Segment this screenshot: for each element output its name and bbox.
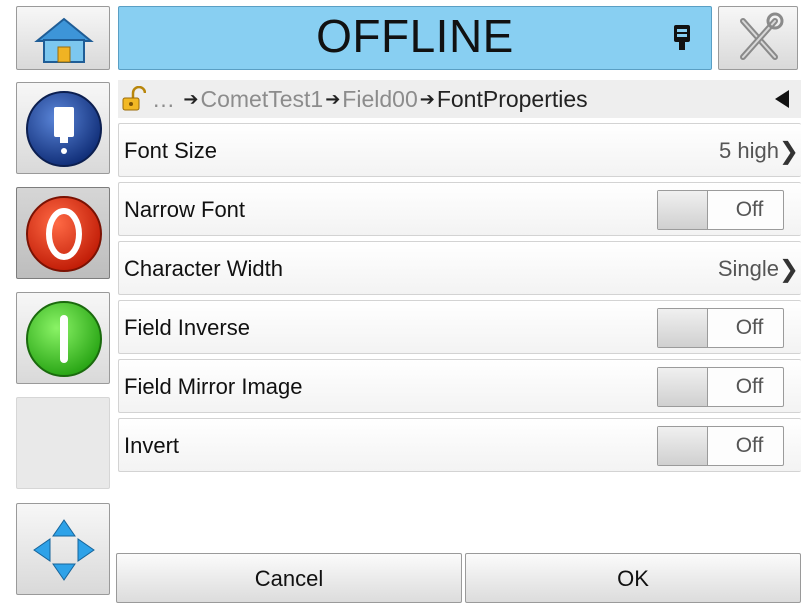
row-label: Field Mirror Image [124,374,303,399]
breadcrumb: … ➔CometTest1 ➔Field00 ➔FontProperties [118,80,801,118]
toggle-knob [658,427,708,465]
tools-icon [740,12,784,60]
row-label: Character Width [124,256,283,281]
start-button[interactable] [16,292,110,384]
toggle-state: Off [735,434,764,457]
character-width-row[interactable]: Character Width Single ❯ [118,241,801,295]
cancel-button[interactable]: Cancel [116,553,462,603]
printhead-icon [674,25,690,50]
toggle-state: Off [735,198,764,221]
breadcrumb-ellipsis[interactable]: … [152,86,175,112]
navigation-arrows-icon [33,519,95,581]
tools-button[interactable] [718,6,798,70]
field-mirror-image-row: Field Mirror Image Off [118,359,801,413]
back-triangle-icon[interactable] [775,90,789,108]
printer-status: OFFLINE [316,10,514,62]
row-label: Narrow Font [124,197,246,222]
ok-button[interactable]: OK [465,553,801,603]
row-label: Field Inverse [124,315,250,340]
start-icon [26,301,102,377]
left-rail [8,0,112,604]
toggle-state: Off [735,375,764,398]
empty-slot [16,397,110,489]
toggle-state: Off [735,316,764,339]
breadcrumb-arrow: ➔ [183,89,199,109]
unlocked-padlock-icon [122,86,146,111]
invert-row: Invert Off [118,418,801,472]
home-button[interactable] [16,6,110,70]
breadcrumb-arrow: ➔ [325,89,341,109]
chevron-right-icon: ❯ [778,256,799,283]
narrow-font-toggle[interactable]: Off [657,190,784,230]
breadcrumb-item-field00[interactable]: Field00 [342,86,417,112]
breadcrumb-arrow: ➔ [419,89,435,109]
field-inverse-row: Field Inverse Off [118,300,801,354]
invert-toggle[interactable]: Off [657,426,784,466]
home-icon [34,17,94,63]
stop-button[interactable] [16,187,110,279]
toggle-knob [658,309,708,347]
field-inverse-toggle[interactable]: Off [657,308,784,348]
field-mirror-image-toggle[interactable]: Off [657,367,784,407]
breadcrumb-item-fontproperties: FontProperties [436,86,588,112]
ink-bottle-icon [26,91,102,167]
font-size-row[interactable]: Font Size 5 high ❯ [118,123,801,177]
character-width-value: Single [717,256,779,281]
toggle-knob [658,368,708,406]
breadcrumb-item-comettest1[interactable]: CometTest1 [200,86,323,112]
status-bar[interactable]: OFFLINE [118,6,712,70]
toggle-knob [658,191,708,229]
narrow-font-row: Narrow Font Off [118,182,801,236]
chevron-right-icon: ❯ [778,138,799,165]
stop-icon [26,196,102,272]
navigate-button[interactable] [16,503,110,595]
row-label: Font Size [124,138,217,163]
font-size-value: 5 high [719,138,779,163]
ink-button[interactable] [16,82,110,174]
row-label: Invert [124,433,180,458]
